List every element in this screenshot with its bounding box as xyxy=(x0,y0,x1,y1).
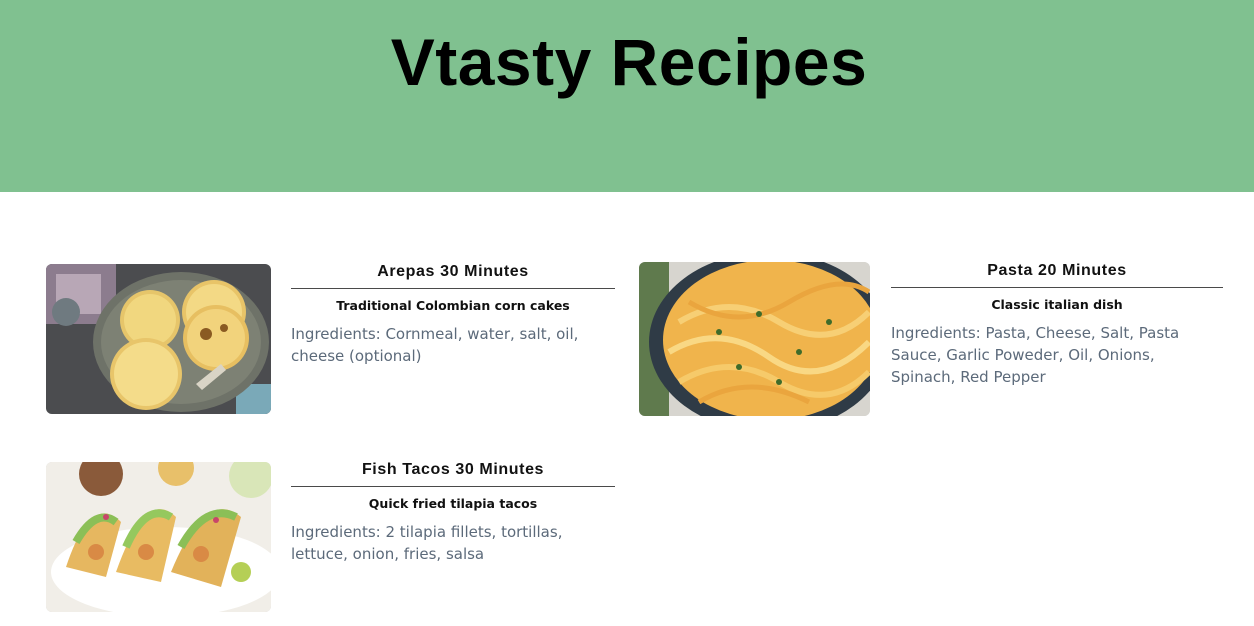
fish-tacos-card: Fish Tacos 30 Minutes Quick fried tilapi… xyxy=(291,460,615,565)
fish-tacos-image[interactable] xyxy=(46,462,271,612)
recipe-title: Pasta 20 Minutes xyxy=(891,261,1223,288)
recipe-ingredients: Ingredients: Cornmeal, water, salt, oil,… xyxy=(291,325,579,365)
site-header: Vtasty Recipes xyxy=(0,0,1254,192)
recipe-subtitle: Quick fried tilapia tacos xyxy=(368,496,538,511)
arepas-card: Arepas 30 Minutes Traditional Colombian … xyxy=(291,262,615,367)
recipe-title: Arepas 30 Minutes xyxy=(291,262,615,289)
arepas-photo xyxy=(46,264,271,414)
recipe-subtitle: Classic italian dish xyxy=(991,297,1123,312)
pasta-image[interactable] xyxy=(639,262,870,416)
recipe-subtitle: Traditional Colombian corn cakes xyxy=(336,298,570,313)
arepas-image[interactable] xyxy=(46,264,271,414)
recipe-title: Fish Tacos 30 Minutes xyxy=(291,460,615,487)
fish-tacos-photo xyxy=(46,462,271,612)
recipe-ingredients: Ingredients: 2 tilapia fillets, tortilla… xyxy=(291,523,563,563)
pasta-card: Pasta 20 Minutes Classic italian dish In… xyxy=(891,261,1223,388)
recipe-ingredients: Ingredients: Pasta, Cheese, Salt, Pasta … xyxy=(891,324,1180,386)
site-title: Vtasty Recipes xyxy=(390,25,868,99)
pasta-photo xyxy=(639,262,870,416)
